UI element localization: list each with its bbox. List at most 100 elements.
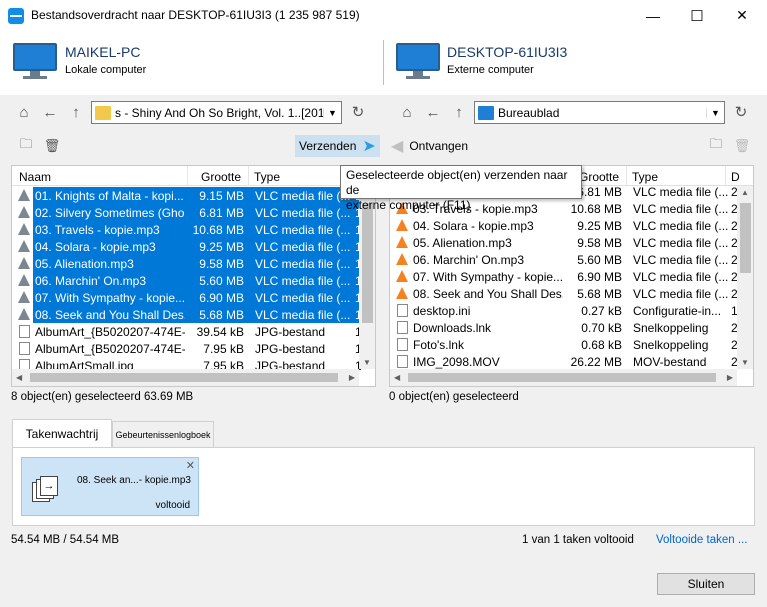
- table-row[interactable]: AlbumArt_{B5020207-474E-... 7.95 kB JPG-be…: [12, 340, 362, 357]
- scroll-left-icon[interactable]: ◀: [16, 373, 22, 382]
- completed-tasks-link[interactable]: Voltooide taken ...: [656, 534, 747, 546]
- table-row[interactable]: 08. Seek and You Shall Des... 5.68 MB VLC …: [12, 306, 362, 323]
- scroll-up-icon[interactable]: ▲: [741, 188, 749, 197]
- file-name: AlbumArt_{B5020207-474E-...: [35, 325, 185, 339]
- tooltip-line-1: Geselecteerde object(en) verzenden naar …: [346, 168, 568, 197]
- table-row[interactable]: 04. Solara - kopie.mp3 9.25 MB VLC media f…: [390, 217, 738, 234]
- task-close-icon[interactable]: ✕: [186, 459, 195, 472]
- remote-delete-icon: 🗑: [733, 138, 751, 153]
- vlc-cone-icon: [17, 307, 31, 322]
- file-name: 06. Marchin' On.mp3: [413, 253, 525, 267]
- scroll-right-icon[interactable]: ▶: [727, 373, 733, 382]
- table-row[interactable]: 01. Knights of Malta - kopi... 9.15 MB VLC…: [12, 187, 362, 204]
- send-button[interactable]: Verzenden ➤: [295, 135, 380, 157]
- scroll-thumb[interactable]: [408, 373, 716, 382]
- table-row[interactable]: 03. Travels - kopie.mp3 10.68 MB VLC media…: [12, 221, 362, 238]
- local-horizontal-scrollbar[interactable]: ◀ ▶: [12, 369, 359, 386]
- local-back-arrow-icon[interactable]: ←: [39, 101, 61, 123]
- table-row[interactable]: 05. Alienation.mp3 9.58 MB VLC media file …: [390, 234, 738, 251]
- local-delete-icon[interactable]: 🗑: [41, 135, 63, 157]
- table-row[interactable]: Foto's.lnk 0.68 kB Snelkoppeling 2: [390, 336, 738, 353]
- send-label: Verzenden: [299, 139, 357, 153]
- local-vertical-scrollbar[interactable]: ▲ ▼: [359, 186, 375, 369]
- local-home-icon[interactable]: ⌂: [13, 101, 35, 123]
- file-size: 5.68 MB: [199, 308, 244, 322]
- remote-back-arrow-icon[interactable]: ←: [422, 101, 444, 123]
- vlc-cone-icon: [395, 252, 409, 267]
- remote-computer-subtitle: Externe computer: [447, 64, 534, 76]
- table-row[interactable]: desktop.ini 0.27 kB Configuratie-in... 1: [390, 302, 738, 319]
- scroll-thumb[interactable]: [30, 373, 338, 382]
- scroll-left-icon[interactable]: ◀: [394, 373, 400, 382]
- tooltip-line-2: externe computer (F11): [346, 198, 471, 212]
- table-row[interactable]: 07. With Sympathy - kopie... 6.90 MB VLC m…: [12, 289, 362, 306]
- file-name: IMG_2098.MOV: [413, 355, 500, 369]
- tab-event-log[interactable]: Gebeurtenissenlogboek: [112, 421, 214, 447]
- remote-refresh-icon[interactable]: ↻: [730, 101, 752, 123]
- table-row[interactable]: 06. Marchin' On.mp3 5.60 MB VLC media file…: [12, 272, 362, 289]
- file-name: AlbumArt_{B5020207-474E-...: [35, 342, 185, 356]
- table-row[interactable]: 05. Alienation.mp3 9.58 MB VLC media file …: [12, 255, 362, 272]
- file-size: 0.27 kB: [581, 304, 622, 318]
- file-size: 6.81 MB: [199, 206, 244, 220]
- remote-new-folder-icon[interactable]: 🗀: [705, 135, 727, 157]
- remote-vertical-scrollbar[interactable]: ▲ ▼: [737, 186, 753, 369]
- vlc-cone-icon: [17, 239, 31, 254]
- scroll-down-icon[interactable]: ▼: [741, 358, 749, 367]
- scroll-down-icon[interactable]: ▼: [363, 358, 371, 367]
- file-type: VLC media file (...: [633, 202, 729, 216]
- close-window-button[interactable]: ✕: [720, 0, 764, 31]
- local-refresh-icon[interactable]: ↻: [347, 101, 369, 123]
- table-row[interactable]: 02. Silvery Sometimes (Gho... 6.81 MB VLC …: [12, 204, 362, 221]
- chevron-down-icon[interactable]: ▼: [323, 107, 341, 118]
- remote-up-arrow-icon[interactable]: ↑: [448, 101, 470, 123]
- scroll-thumb[interactable]: [740, 203, 751, 273]
- col-extra-header[interactable]: D: [731, 170, 740, 184]
- transfer-total: 54.54 MB / 54.54 MB: [11, 534, 120, 546]
- task-card[interactable]: → 08. Seek an...- kopie.mp3 voltooid ✕: [21, 457, 199, 516]
- remote-home-icon[interactable]: ⌂: [396, 101, 418, 123]
- vlc-cone-icon: [17, 188, 31, 203]
- table-row[interactable]: AlbumArt_{B5020207-474E-... 39.54 kB JPG-b…: [12, 323, 362, 340]
- remote-path-dropdown[interactable]: Bureaublad ▼: [474, 101, 725, 124]
- scroll-thumb[interactable]: [362, 203, 373, 323]
- local-up-arrow-icon[interactable]: ↑: [65, 101, 87, 123]
- table-row[interactable]: 07. With Sympathy - kopie.... 6.90 MB VLC …: [390, 268, 738, 285]
- col-name-header[interactable]: Naam: [19, 170, 51, 184]
- folder-icon: [95, 105, 111, 120]
- table-row[interactable]: IMG_2098.MOV 26.22 MB MOV-bestand 2: [390, 353, 738, 370]
- col-size-header[interactable]: Grootte: [201, 170, 241, 184]
- minimize-button[interactable]: —: [631, 0, 675, 31]
- remote-horizontal-scrollbar[interactable]: ◀ ▶: [390, 369, 737, 386]
- file-icon: [17, 324, 31, 339]
- table-row[interactable]: Downloads.lnk 0.70 kB Snelkoppeling 2: [390, 319, 738, 336]
- chevron-down-icon[interactable]: ▼: [706, 107, 724, 118]
- close-dialog-button[interactable]: Sluiten: [657, 573, 755, 595]
- col-size-header[interactable]: Grootte: [579, 170, 619, 184]
- file-icon: [395, 303, 409, 318]
- vlc-cone-icon: [17, 256, 31, 271]
- vlc-cone-icon: [17, 205, 31, 220]
- local-new-folder-icon[interactable]: 🗀: [15, 135, 37, 157]
- file-type: VLC media file (...: [255, 308, 351, 322]
- scroll-right-icon[interactable]: ▶: [349, 373, 355, 382]
- file-size: 10.68 MB: [570, 202, 622, 216]
- file-type: JPG-bestand: [255, 325, 326, 339]
- table-row[interactable]: 08. Seek and You Shall Des... 5.68 MB VLC …: [390, 285, 738, 302]
- maximize-button[interactable]: ☐: [675, 0, 719, 31]
- receive-button[interactable]: ◀ Ontvangen: [391, 135, 468, 157]
- header-divider: [383, 40, 384, 85]
- file-icon: [395, 354, 409, 369]
- col-type-header[interactable]: Type: [632, 170, 658, 184]
- local-path-dropdown[interactable]: s - Shiny And Oh So Bright, Vol. 1..[201…: [91, 101, 342, 124]
- file-size: 9.58 MB: [199, 257, 244, 271]
- file-transfer-icon: →: [32, 476, 60, 502]
- table-row[interactable]: 04. Solara - kopie.mp3 9.25 MB VLC media f…: [12, 238, 362, 255]
- file-size: 5.60 MB: [577, 253, 622, 267]
- remote-computer-name: DESKTOP-61IU3I3: [447, 44, 568, 60]
- tab-task-queue[interactable]: Takenwachtrij: [12, 419, 112, 447]
- file-type: VLC media file (...: [633, 253, 729, 267]
- local-file-list[interactable]: Naam Grootte Type 01. Knights of Malta -…: [11, 165, 376, 387]
- col-type-header[interactable]: Type: [254, 170, 280, 184]
- table-row[interactable]: 06. Marchin' On.mp3 5.60 MB VLC media file…: [390, 251, 738, 268]
